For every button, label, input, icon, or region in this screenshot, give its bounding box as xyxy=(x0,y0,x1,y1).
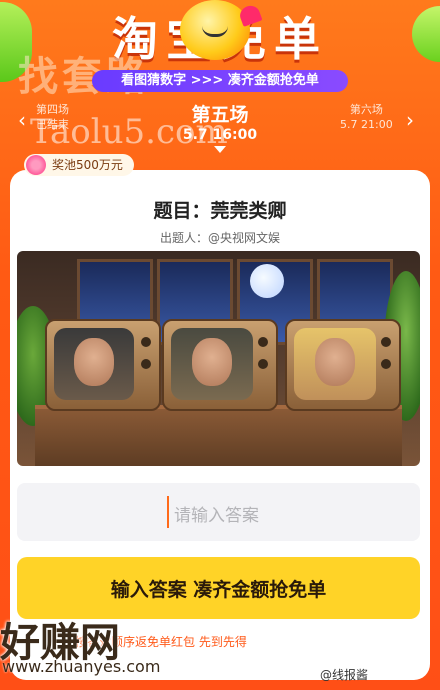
watermark-mid: Taolu5.com xyxy=(30,112,228,152)
round-next-time: 5.7 21:00 xyxy=(340,118,393,131)
tv-knob xyxy=(141,359,151,369)
round-next-name: 第六场 xyxy=(349,103,383,116)
mascot-icon xyxy=(180,0,250,60)
tv-knob xyxy=(141,337,151,347)
tv-screen xyxy=(54,328,134,400)
watermark-url: www.zhuanyes.com xyxy=(2,657,161,676)
tv-right xyxy=(285,319,401,411)
portrait xyxy=(315,338,355,386)
next-arrow-icon[interactable]: › xyxy=(406,108,414,132)
question-image xyxy=(17,251,420,466)
question-title: 题目：莞莞类卿 xyxy=(153,200,287,222)
text-cursor xyxy=(167,496,169,528)
tv-knob xyxy=(381,337,391,347)
prev-arrow-icon[interactable]: ‹ xyxy=(18,108,26,132)
moon xyxy=(250,264,284,298)
tv-knob xyxy=(258,337,268,347)
flower-icon xyxy=(26,155,46,175)
tv-screen xyxy=(171,328,253,400)
header: 淘宝免单 找套路 看图猜数字 >>> 凑齐金额抢免单 xyxy=(0,0,440,100)
desk xyxy=(35,405,402,466)
round-next[interactable]: 第六场 5.7 21:00 xyxy=(340,102,393,132)
portrait xyxy=(192,338,232,386)
tv-left xyxy=(45,319,161,411)
portrait xyxy=(74,338,114,386)
subtitle-banner: 看图猜数字 >>> 凑齐金额抢免单 xyxy=(92,70,348,92)
tv-center xyxy=(162,319,278,411)
question-author: 出题人：@央视网文娱 xyxy=(159,231,280,245)
answer-placeholder[interactable]: 请输入答案 xyxy=(174,501,259,526)
tv-screen xyxy=(294,328,376,400)
tv-knob xyxy=(381,359,391,369)
watermark-source: @线报酱 xyxy=(320,668,369,682)
tv-knob xyxy=(258,359,268,369)
